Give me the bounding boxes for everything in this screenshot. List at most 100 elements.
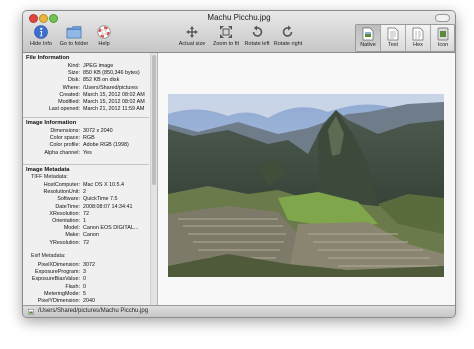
toolbar-toggle-button[interactable] bbox=[435, 14, 450, 22]
tiff-value: QuickTime 7.5 bbox=[83, 196, 118, 203]
divider bbox=[23, 164, 149, 165]
zoom-to-fit-label: Zoom to fit bbox=[213, 41, 239, 47]
help-label: Help bbox=[98, 41, 110, 47]
zoom-to-fit-icon bbox=[220, 26, 232, 38]
view-mode-icon-label: Icon bbox=[437, 42, 449, 48]
hide-info-button[interactable]: Hide Info bbox=[29, 25, 53, 47]
go-to-folder-button[interactable]: Go to folder bbox=[57, 25, 91, 47]
tiff-key: YResolution: bbox=[49, 239, 80, 246]
exif-row: PixelXDimension: 3072 bbox=[23, 262, 149, 269]
sidebar-scroll-thumb[interactable] bbox=[152, 55, 156, 185]
image-info-value: Adobe RGB (1998) bbox=[83, 142, 129, 149]
tiff-row: XResolution: 72 bbox=[23, 211, 149, 218]
tiff-row: HostComputer: Mac OS X 10.5.4 bbox=[23, 182, 149, 189]
tiff-key: XResolution: bbox=[49, 210, 80, 217]
image-info-key: Alpha channel: bbox=[44, 149, 80, 156]
icon-view-icon bbox=[437, 27, 449, 41]
tiff-row: YResolution: 72 bbox=[23, 240, 149, 247]
exif-key: ExposureProgram: bbox=[35, 269, 80, 276]
zoom-to-fit-button[interactable]: Zoom to fit bbox=[209, 25, 243, 47]
exif-row: PixelYDimension: 2040 bbox=[23, 298, 149, 305]
tiff-row: Orientation: 1 bbox=[23, 218, 149, 225]
actual-size-icon bbox=[186, 26, 198, 38]
image-info-value: Yes bbox=[83, 149, 92, 156]
exif-value: 0 bbox=[83, 283, 86, 290]
tiff-value: Canon EOS DIGITAL... bbox=[83, 225, 139, 232]
file-info-value: 852 KB on disk bbox=[83, 77, 120, 84]
rotate-right-button[interactable]: Rotate right bbox=[273, 25, 303, 47]
image-info-key: Dimensions: bbox=[50, 128, 80, 134]
exif-value: 0 bbox=[83, 276, 86, 283]
view-mode-segmented-control: Native Text Hex Icon bbox=[355, 24, 455, 52]
exif-metadata-label: Exif Metadata: bbox=[31, 253, 66, 259]
app-window: Machu Picchu.jpg Hide Info Go to folder bbox=[22, 10, 456, 318]
file-info-row: Modified: March 15, 2012 08:02 AM bbox=[23, 99, 149, 106]
exif-row: Flash: 0 bbox=[23, 284, 149, 291]
view-mode-icon[interactable]: Icon bbox=[430, 25, 454, 51]
divider bbox=[23, 117, 149, 118]
image-info-key: Color space: bbox=[49, 135, 80, 142]
exif-value: 2040 bbox=[83, 298, 95, 304]
exif-row: ExposureBiasValue: 0 bbox=[23, 276, 149, 283]
file-info-row: Disk: 852 KB on disk bbox=[23, 77, 149, 84]
file-info-key: Where: bbox=[62, 84, 80, 91]
sidebar-scrollbar[interactable] bbox=[150, 53, 157, 305]
file-info-key: Kind: bbox=[67, 63, 80, 69]
exif-key: ExposureBiasValue: bbox=[31, 276, 80, 283]
image-info-heading: Image Information bbox=[26, 120, 77, 126]
actual-size-button[interactable]: Actual size bbox=[175, 25, 209, 47]
info-icon bbox=[34, 25, 48, 39]
tiff-key: Model: bbox=[63, 225, 80, 232]
file-info-key: Disk: bbox=[68, 77, 80, 84]
file-info-key: Created: bbox=[59, 91, 80, 98]
tiff-row: ResolutionUnit: 2 bbox=[23, 189, 149, 196]
file-info-row: Size: 850 KB (850,346 bytes) bbox=[23, 70, 149, 77]
file-info-value: March 21, 2012 11:59 AM bbox=[83, 106, 145, 113]
exif-row: MeteringMode: 5 bbox=[23, 291, 149, 298]
view-mode-hex[interactable]: Hex bbox=[405, 25, 430, 51]
image-info-row: Color space: RGB bbox=[23, 135, 149, 142]
view-mode-hex-label: Hex bbox=[413, 42, 423, 48]
tiff-row: Model: Canon EOS DIGITAL... bbox=[23, 225, 149, 232]
tiff-value: Mac OS X 10.5.4 bbox=[83, 182, 125, 188]
file-info-value: JPEG image bbox=[83, 63, 114, 69]
rotate-left-icon bbox=[252, 25, 263, 37]
file-info-row: Last opened: March 21, 2012 11:59 AM bbox=[23, 106, 149, 113]
file-info-value: 850 KB (850,346 bytes) bbox=[83, 70, 140, 77]
image-file-icon bbox=[28, 309, 34, 315]
file-info-key: Modified: bbox=[58, 99, 80, 105]
help-button[interactable]: Help bbox=[93, 25, 115, 47]
image-metadata-heading: Image Metadata bbox=[26, 167, 70, 173]
file-info-row: Created: March 15, 2012 08:02 AM bbox=[23, 92, 149, 99]
tiff-metadata-label: TIFF Metadata: bbox=[31, 174, 68, 180]
native-icon bbox=[362, 27, 374, 41]
toolbar: Machu Picchu.jpg Hide Info Go to folder bbox=[23, 11, 455, 53]
tiff-value: 1 bbox=[83, 218, 86, 224]
image-info-value: 3072 x 2040 bbox=[83, 128, 113, 134]
file-info-row: Where:/Users/Shared/pictures bbox=[23, 85, 149, 92]
view-mode-text[interactable]: Text bbox=[380, 25, 405, 51]
image-info-key: Color profile: bbox=[49, 142, 80, 149]
view-mode-native[interactable]: Native bbox=[356, 25, 380, 51]
image-info-row: Dimensions: 3072 x 2040 bbox=[23, 128, 149, 135]
file-info-value: March 15, 2012 08:02 AM bbox=[83, 99, 145, 105]
hex-icon bbox=[412, 27, 424, 41]
status-file-path: /Users/Shared/pictures/Machu Picchu.jpg bbox=[38, 308, 149, 314]
tiff-value: 2008:08:07 14:34:41 bbox=[83, 203, 133, 210]
file-info-value: March 15, 2012 08:02 AM bbox=[83, 91, 145, 98]
image-info-row: Color profile: Adobe RGB (1998) bbox=[23, 142, 149, 149]
exif-row: ExposureProgram: 3 bbox=[23, 269, 149, 276]
info-sidebar[interactable]: File Information Kind: JPEG image Size: 850… bbox=[23, 53, 158, 305]
rotate-left-button[interactable]: Rotate left bbox=[242, 25, 272, 47]
tiff-key: HostComputer: bbox=[43, 182, 80, 188]
exif-value: 3 bbox=[83, 269, 86, 276]
file-info-value: /Users/Shared/pictures bbox=[83, 84, 138, 91]
tiff-row: DateTime: 2008:08:07 14:34:41 bbox=[23, 204, 149, 211]
image-preview-area[interactable] bbox=[158, 53, 455, 305]
exif-key: Flash: bbox=[65, 283, 80, 290]
tiff-row: Software: QuickTime 7.5 bbox=[23, 196, 149, 203]
image-info-value: RGB bbox=[83, 135, 95, 142]
tiff-key: DateTime: bbox=[55, 203, 80, 210]
view-mode-text-label: Text bbox=[387, 42, 399, 48]
tiff-value: 72 bbox=[83, 210, 89, 217]
